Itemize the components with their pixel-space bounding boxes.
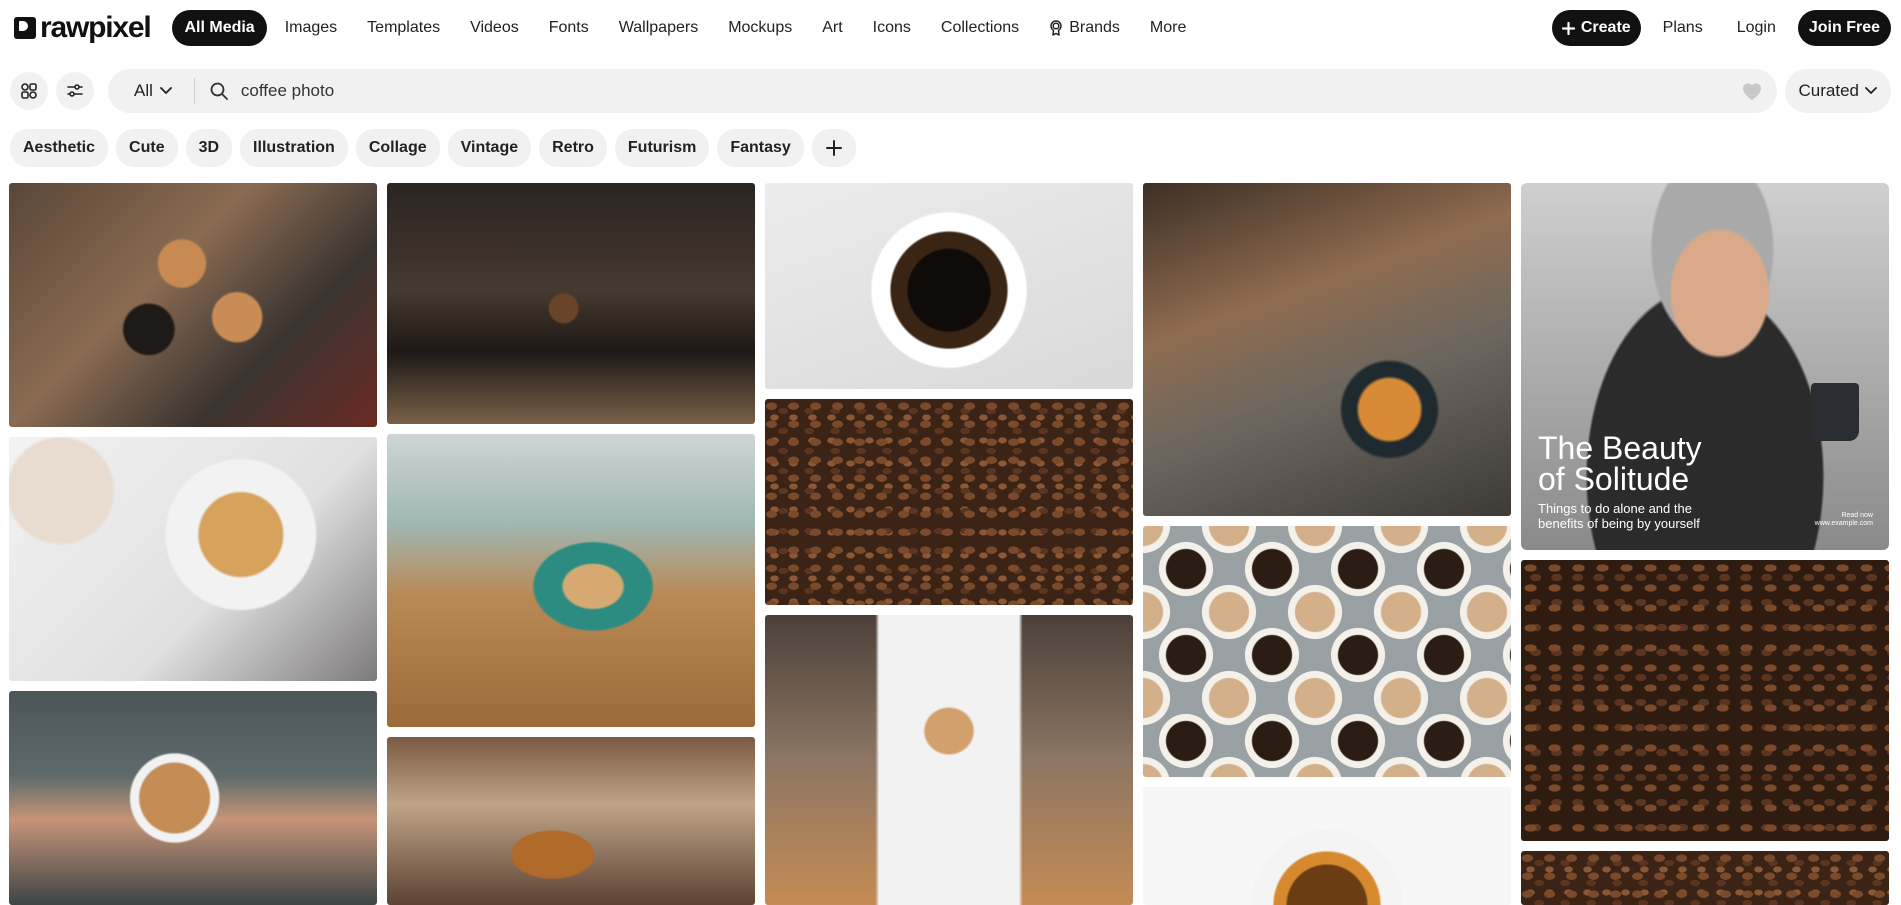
- promo-subtitle-line2: benefits of being by yourself: [1538, 516, 1700, 531]
- promo-url: www.example.com: [1814, 520, 1873, 527]
- image-tile-cheers-coffee[interactable]: [9, 183, 377, 427]
- search-bar: All: [108, 69, 1777, 113]
- chip-collage[interactable]: Collage: [355, 129, 440, 167]
- account-actions: Create Plans Login Join Free: [1551, 10, 1891, 46]
- grid-view-button[interactable]: [10, 72, 48, 110]
- nav-collections[interactable]: Collections: [929, 10, 1031, 46]
- sort-label: Curated: [1798, 81, 1859, 100]
- plus-icon: [825, 140, 842, 156]
- image-tile-coffee-beans[interactable]: [765, 399, 1133, 605]
- chevron-down-icon: [160, 87, 172, 94]
- join-free-button[interactable]: Join Free: [1797, 10, 1891, 46]
- promo-cup: [1811, 383, 1859, 441]
- chip-retro[interactable]: Retro: [539, 129, 607, 167]
- search-scope-dropdown[interactable]: All: [134, 78, 195, 104]
- nav-more[interactable]: More: [1138, 10, 1198, 46]
- image-tile-smiling-coffee[interactable]: [765, 183, 1133, 389]
- search-row: All Curated: [0, 68, 1901, 114]
- promo-text: The Beauty of Solitude Things to do alon…: [1538, 430, 1702, 531]
- chevron-down-icon: [1865, 87, 1877, 94]
- chip-vintage[interactable]: Vintage: [447, 129, 532, 167]
- plans-link[interactable]: Plans: [1651, 10, 1715, 46]
- nav-templates[interactable]: Templates: [355, 10, 452, 46]
- nav-brands-label: Brands: [1069, 19, 1120, 36]
- login-link[interactable]: Login: [1725, 10, 1788, 46]
- style-chips: Aesthetic Cute 3D Illustration Collage V…: [10, 129, 856, 167]
- nav-wallpapers[interactable]: Wallpapers: [607, 10, 710, 46]
- top-navigation: rawpixel All Media Images Templates Vide…: [0, 0, 1901, 56]
- sort-dropdown[interactable]: Curated: [1784, 69, 1891, 113]
- search-icon[interactable]: [209, 81, 229, 101]
- create-label: Create: [1580, 19, 1631, 36]
- sliders-icon: [67, 84, 83, 97]
- image-tile-coffee-beans-3[interactable]: [1521, 851, 1889, 905]
- rawpixel-logo[interactable]: rawpixel: [14, 11, 152, 44]
- chip-cute[interactable]: Cute: [116, 129, 178, 167]
- nav-brands[interactable]: Brands: [1037, 10, 1132, 46]
- heart-icon[interactable]: [1741, 81, 1763, 101]
- nav-videos[interactable]: Videos: [458, 10, 531, 46]
- chip-futurism[interactable]: Futurism: [614, 129, 710, 167]
- media-type-nav: All Media Images Templates Videos Fonts …: [172, 10, 1198, 46]
- promo-read-now: Read now: [1841, 512, 1873, 519]
- logo-mark-icon: [14, 17, 36, 39]
- promo-title-line1: The Beauty: [1538, 430, 1702, 466]
- create-button[interactable]: Create: [1551, 10, 1641, 46]
- badge-icon: [1050, 20, 1062, 36]
- nav-all-media[interactable]: All Media: [172, 10, 267, 46]
- image-tile-hands-latte[interactable]: [9, 691, 377, 905]
- image-tile-teal-cup[interactable]: [387, 434, 755, 727]
- promo-title-line2: of Solitude: [1538, 461, 1690, 497]
- promo-subtitle-line1: Things to do alone and the: [1538, 501, 1692, 516]
- chip-aesthetic[interactable]: Aesthetic: [10, 129, 109, 167]
- plus-icon: [1561, 21, 1575, 35]
- image-tile-paper-cup[interactable]: [765, 615, 1133, 905]
- nav-fonts[interactable]: Fonts: [537, 10, 601, 46]
- nav-images[interactable]: Images: [273, 10, 349, 46]
- image-tile-espresso-machine[interactable]: [387, 183, 755, 424]
- promo-footnote: Read now www.example.com: [1815, 512, 1873, 528]
- image-tile-latte-art-plate[interactable]: [9, 437, 377, 681]
- image-grid: The Beauty of Solitude Things to do alon…: [9, 183, 1889, 905]
- chip-3d[interactable]: 3D: [185, 129, 233, 167]
- chip-fantasy[interactable]: Fantasy: [717, 129, 804, 167]
- add-chip-button[interactable]: [811, 129, 856, 167]
- nav-art[interactable]: Art: [810, 10, 854, 46]
- filters-button[interactable]: [56, 72, 94, 110]
- image-tile-cups-top-view[interactable]: [1143, 526, 1511, 777]
- image-tile-coffee-beans-2[interactable]: [1521, 560, 1889, 841]
- image-tile-portafilter[interactable]: [1143, 183, 1511, 516]
- nav-mockups[interactable]: Mockups: [716, 10, 804, 46]
- chip-illustration[interactable]: Illustration: [240, 129, 348, 167]
- search-input[interactable]: [240, 81, 1741, 101]
- nav-icons[interactable]: Icons: [861, 10, 923, 46]
- search-scope-label: All: [134, 81, 153, 100]
- image-tile-iced-coffee[interactable]: [387, 737, 755, 905]
- image-tile-beauty-of-solitude[interactable]: The Beauty of Solitude Things to do alon…: [1521, 183, 1889, 550]
- image-tile-espresso-top[interactable]: [1143, 787, 1511, 905]
- logo-text: rawpixel: [40, 11, 152, 44]
- grid-icon: [21, 83, 37, 99]
